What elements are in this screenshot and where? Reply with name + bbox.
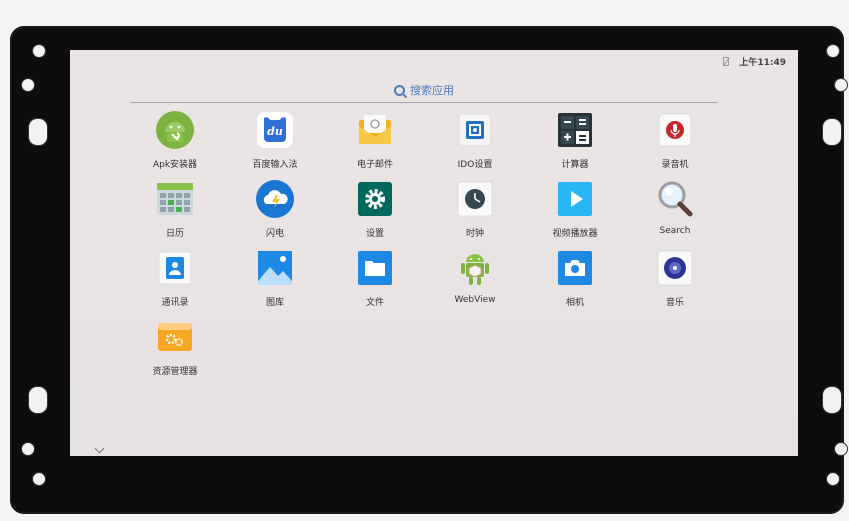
no-sim-icon	[723, 56, 730, 66]
app-label: 时钟	[465, 229, 484, 239]
app-webview[interactable]: WebView	[425, 248, 525, 317]
ido-settings-icon	[455, 110, 495, 150]
chevron-down-icon[interactable]	[94, 443, 105, 454]
folder-icon	[355, 248, 395, 288]
android-cube-icon	[455, 248, 495, 288]
calculator-icon	[555, 110, 595, 150]
app-file-manager[interactable]: 资源管理器	[125, 317, 225, 386]
app-gallery[interactable]: 图库	[225, 248, 325, 317]
app-label: 音乐	[665, 298, 684, 308]
app-camera[interactable]: 相机	[525, 248, 625, 317]
magnifier-icon	[655, 179, 695, 219]
app-label: 相机	[565, 298, 584, 308]
app-grid: Apk安装器 du 百度输入法 电子邮件 IDO设置 计算器 录音机 日历 闪电…	[125, 110, 725, 386]
app-label: 日历	[165, 229, 184, 239]
contacts-icon	[155, 248, 195, 288]
app-lightning[interactable]: 闪电	[225, 179, 325, 248]
app-label: 资源管理器	[152, 367, 198, 377]
camera-icon	[555, 248, 595, 288]
gear-icon	[355, 179, 395, 219]
app-video-player[interactable]: 视频播放器	[525, 179, 625, 248]
app-recorder[interactable]: 录音机	[625, 110, 725, 179]
app-label: 录音机	[661, 160, 689, 170]
email-envelope-icon	[355, 110, 395, 150]
app-label: 通讯录	[161, 298, 189, 308]
music-disc-icon	[655, 248, 695, 288]
clock-icon	[455, 179, 495, 219]
microphone-icon	[655, 110, 695, 150]
app-ido-settings[interactable]: IDO设置	[425, 110, 525, 179]
search-apps-label: 搜索应用	[410, 84, 454, 97]
search-apps-bar[interactable]: 搜索应用	[130, 78, 718, 103]
app-label: 图库	[265, 298, 284, 308]
app-label: 计算器	[561, 160, 589, 170]
app-calendar[interactable]: 日历	[125, 179, 225, 248]
app-label: WebView	[454, 295, 496, 305]
svg-text:du: du	[267, 125, 283, 138]
app-clock[interactable]: 时钟	[425, 179, 525, 248]
app-label: 闪电	[265, 229, 284, 239]
mount-hole	[834, 78, 848, 92]
app-search[interactable]: Search	[625, 179, 725, 248]
lightning-cloud-icon	[255, 179, 295, 219]
mount-hole	[834, 442, 848, 456]
mount-slot	[822, 118, 842, 146]
app-label: IDO设置	[457, 160, 493, 170]
app-label: Apk安装器	[152, 160, 198, 170]
status-clock: 上午11:49	[739, 57, 786, 68]
mount-slot	[822, 386, 842, 414]
app-drawer-screen: 上午11:49 搜索应用 Apk安装器 du 百度输入法 电子邮件 IDO设置 …	[70, 50, 798, 456]
app-label: 文件	[365, 298, 384, 308]
app-apk-installer[interactable]: Apk安装器	[125, 110, 225, 179]
mount-hole	[21, 442, 35, 456]
gallery-icon	[255, 248, 295, 288]
search-icon	[394, 84, 405, 96]
app-email[interactable]: 电子邮件	[325, 110, 425, 179]
app-contacts[interactable]: 通讯录	[125, 248, 225, 317]
baidu-du-icon: du	[255, 110, 295, 150]
mount-hole	[21, 78, 35, 92]
play-icon	[555, 179, 595, 219]
app-label: 百度输入法	[252, 160, 298, 170]
mount-hole	[826, 44, 840, 58]
app-music[interactable]: 音乐	[625, 248, 725, 317]
mount-hole	[32, 472, 46, 486]
mount-slot	[28, 386, 48, 414]
file-manager-icon	[155, 317, 195, 357]
android-wrench-icon	[155, 110, 195, 150]
app-baidu-ime[interactable]: du 百度输入法	[225, 110, 325, 179]
mount-hole	[826, 472, 840, 486]
app-label: Search	[659, 226, 691, 236]
app-settings[interactable]: 设置	[325, 179, 425, 248]
app-label: 设置	[365, 229, 384, 239]
calendar-grid-icon	[155, 179, 195, 219]
mount-hole	[32, 44, 46, 58]
app-calculator[interactable]: 计算器	[525, 110, 625, 179]
app-label: 视频播放器	[552, 229, 598, 239]
mount-slot	[28, 118, 48, 146]
status-bar: 上午11:49	[723, 54, 786, 68]
app-files[interactable]: 文件	[325, 248, 425, 317]
app-label: 电子邮件	[356, 160, 393, 170]
